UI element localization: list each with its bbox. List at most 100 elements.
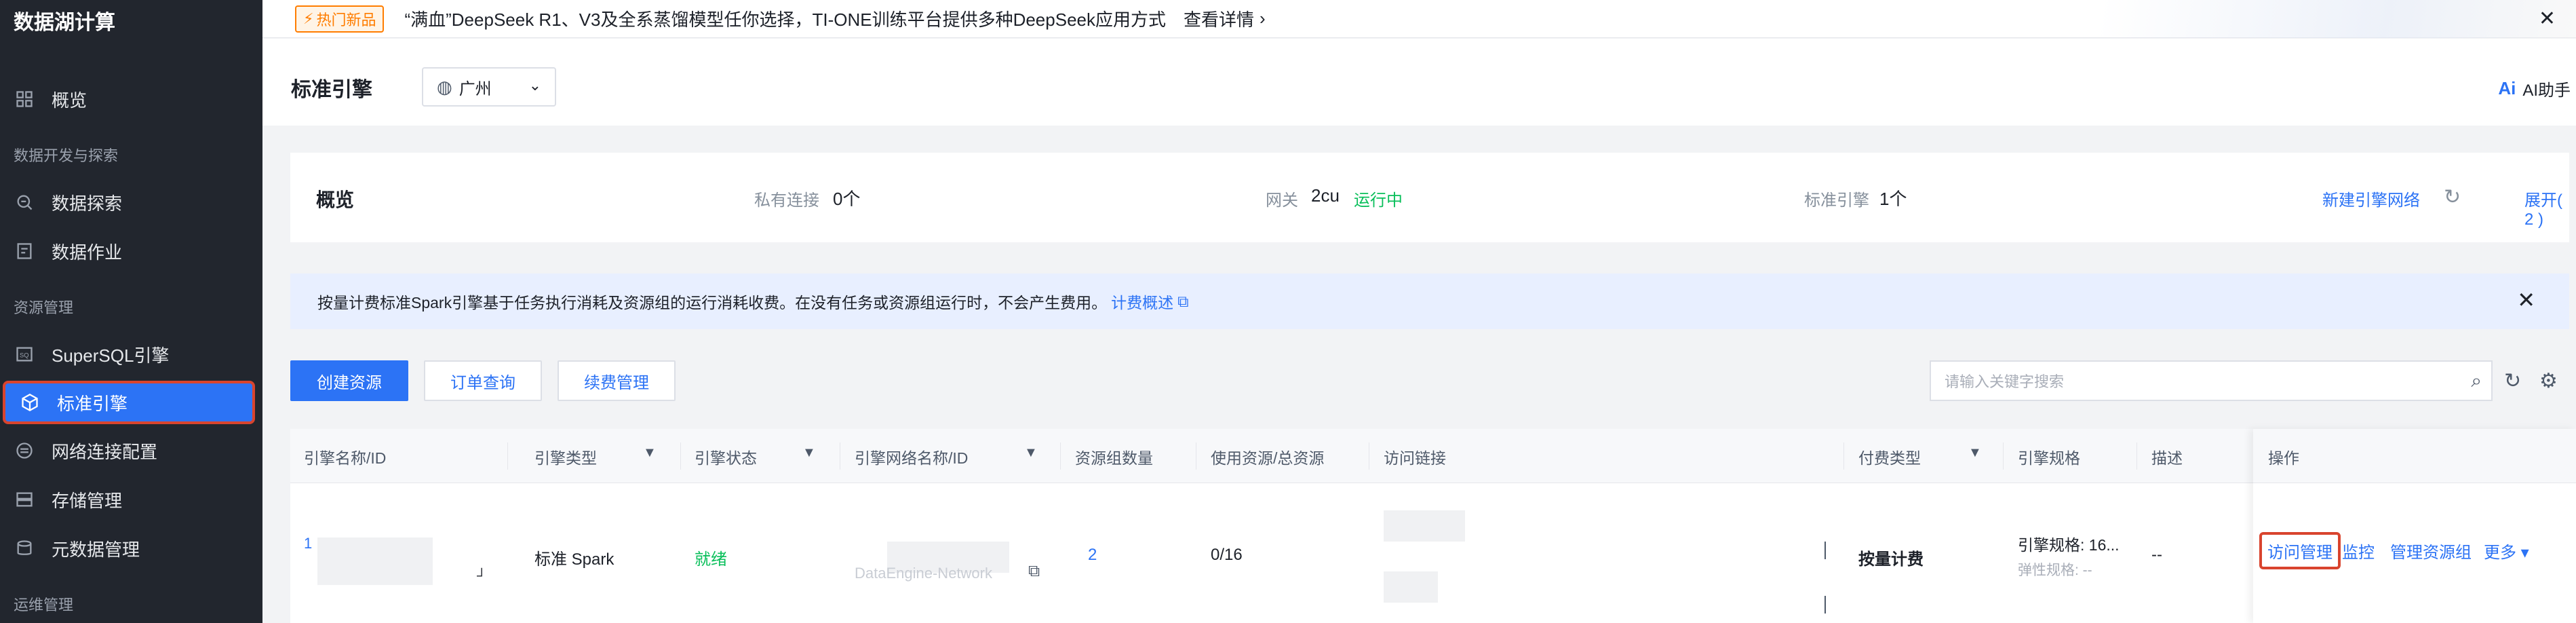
hot-tag: ⚡ 热门新品 [295,5,385,33]
sidebar-item-storage[interactable]: 存储管理 [0,478,262,521]
sidebar-item-label: SuperSQL引擎 [52,345,170,366]
expand-link[interactable]: 展开( 2 ) [2524,187,2569,229]
engine-type: 标准 Spark [534,550,614,569]
close-icon[interactable]: ✕ [2517,287,2535,313]
overview-title: 概览 [316,189,355,210]
cell-divider [1824,596,1826,613]
sidebar-item-label: 数据探索 [52,193,123,214]
sidebar-item-label: 元数据管理 [52,539,140,560]
refresh-icon[interactable]: ↻ [2444,185,2461,209]
renew-management-button[interactable]: 续费管理 [558,360,676,401]
page-title: 标准引擎 [291,79,372,101]
sidebar-item-data-job[interactable]: 数据作业 [0,229,262,273]
sidebar-item-label: 概览 [52,90,87,111]
refresh-icon[interactable]: ↻ [2504,369,2521,393]
sidebar-item-data-explore[interactable]: 数据探索 [0,181,262,224]
sidebar-item-label: 网络连接配置 [52,441,158,462]
sidebar-item-label: 存储管理 [52,490,123,511]
hot-tag-label: 热门新品 [316,11,376,29]
filter-icon[interactable]: ▼ [1968,445,1982,461]
region-select[interactable]: ◍ 广州 ⌄ [422,67,556,107]
operations-header [2253,429,2576,483]
filter-icon[interactable]: ▼ [643,445,657,461]
filter-icon[interactable]: ▼ [1024,445,1038,461]
column-divider [507,442,508,470]
column-divider [2136,442,2137,470]
col-spec: 引擎规格 [2018,449,2080,467]
gateway-value: 2cu [1311,185,1340,206]
sidebar-item-metadata[interactable]: 元数据管理 [0,527,262,570]
grid-icon [14,88,35,110]
ai-helper-button[interactable]: Ai AI助手 [2498,77,2571,100]
search-icon[interactable]: ⌕ [2471,370,2482,392]
access-management-link[interactable]: 访问管理 [2259,532,2341,569]
sidebar-item-label: 数据作业 [52,242,123,263]
billing-type: 按量计费 [1858,550,1924,569]
manage-resource-group-link[interactable]: 管理资源组 [2390,539,2472,563]
create-resource-button[interactable]: 创建资源 [290,360,408,401]
cube-icon [19,392,41,413]
col-rg-count: 资源组数量 [1075,449,1153,467]
engine-name-link[interactable]: 1 [304,535,312,552]
search-data-icon [14,191,35,213]
col-access: 访问链接 [1384,449,1446,467]
col-network: 引擎网络名称/ID [855,449,969,467]
filter-icon[interactable]: ▼ [802,445,816,461]
private-link-label: 私有连接 [754,191,819,210]
col-usage: 使用资源/总资源 [1211,449,1325,467]
copy-icon[interactable]: ⧉ [1028,562,1040,581]
engine-count-label: 标准引擎 [1804,191,1869,210]
banner-detail-link[interactable]: 查看详情 › [1184,6,1266,31]
table-row: 1 ┘ 标准 Spark 就绪 DataEngine-Network ⧉ 2 0… [290,483,2569,623]
search-placeholder: 请输入关键字搜索 [1945,373,2065,390]
close-icon[interactable]: ✕ [2539,7,2556,31]
monitor-link[interactable]: 监控 [2342,539,2375,563]
redacted-access-link [1384,571,1438,603]
sidebar-item-network-config[interactable]: 网络连接配置 [0,429,262,472]
private-link-value: 0个 [833,189,861,209]
search-input[interactable]: 请输入关键字搜索 ⌕ [1930,360,2493,401]
banner-text: “满血”DeepSeek R1、V3及全系蒸馏模型任你选择，TI-ONE训练平台… [404,10,1166,30]
billing-link-label: 计费概述 [1111,294,1174,312]
sql-icon: SQ [14,343,35,365]
more-label: 更多 [2484,544,2516,562]
chevron-down-icon: ⌄ [528,77,541,94]
billing-overview-link[interactable]: 计费概述 ⧉ [1111,290,1188,313]
alert-text: 按量计费标准Spark引擎基于任务执行消耗及资源组的运行消耗收费。在没有任务或资… [317,294,1108,312]
table-header: 引擎名称/ID 引擎类型 ▼ 引擎状态 ▼ 引擎网络名称/ID ▼ 资源组数量 … [290,429,2569,483]
engine-count-value: 1个 [1879,189,1907,209]
order-query-button[interactable]: 订单查询 [424,360,542,401]
redacted-access-link [1384,510,1465,542]
product-title: 数据湖计算 [14,12,115,34]
banner-link-label: 查看详情 [1184,10,1255,30]
metadata-icon [14,537,35,559]
column-divider [1843,442,1844,470]
sidebar-group-ops: 运维管理 [14,597,74,613]
chevron-right-icon: › [1260,8,1266,29]
sidebar-item-standard-engine[interactable]: 标准引擎 [3,381,255,424]
column-divider [1060,442,1061,470]
sidebar-item-supersql[interactable]: SQ SuperSQL引擎 [0,333,262,376]
job-icon [14,240,35,262]
col-billing: 付费类型 [1858,449,1921,467]
engine-status: 就绪 [695,550,727,569]
caret-down-icon: ▾ [2520,544,2529,562]
sidebar-group-dev: 数据开发与探索 [14,147,119,164]
col-status: 引擎状态 [695,449,757,467]
banner-decoration [2101,0,2576,38]
col-name: 引擎名称/ID [304,449,387,467]
svg-text:SQ: SQ [20,352,28,359]
redacted-engine-name [317,537,433,585]
sidebar: 数据湖计算 概览 数据开发与探索 数据探索 数据作业 资源管理 SQ Super… [0,0,262,623]
ai-icon: Ai [2498,78,2516,98]
resize-corner-icon: ┘ [477,569,487,584]
ai-helper-label: AI助手 [2522,81,2571,100]
resource-group-count-link[interactable]: 2 [1088,546,1097,565]
gear-icon[interactable]: ⚙ [2539,369,2558,393]
gateway-label: 网关 [1266,191,1298,210]
sidebar-item-overview[interactable]: 概览 [0,77,262,121]
description: -- [2151,546,2162,564]
col-desc: 描述 [2151,449,2183,467]
new-network-link[interactable]: 新建引擎网络 [2322,187,2420,210]
more-dropdown[interactable]: 更多 ▾ [2484,539,2529,563]
